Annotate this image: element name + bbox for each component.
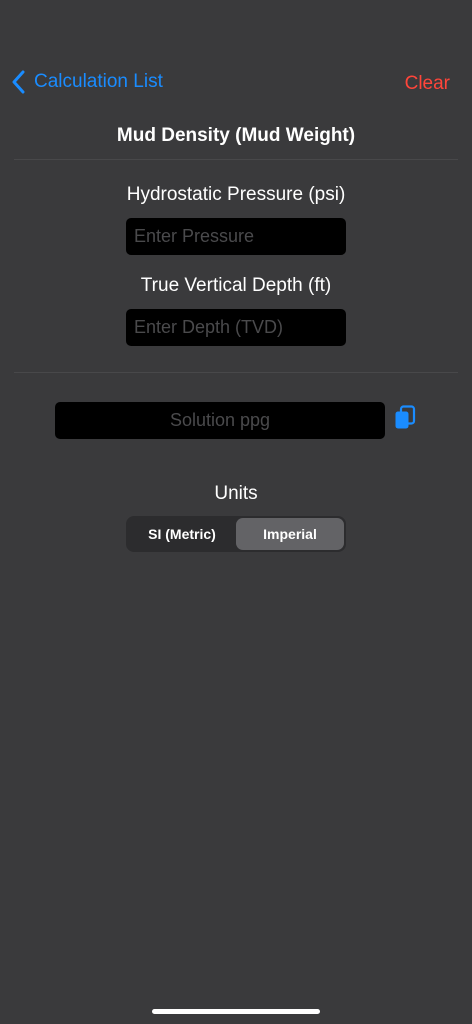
- depth-label: True Vertical Depth (ft): [140, 275, 332, 296]
- chevron-left-icon: [12, 70, 25, 94]
- clear-button[interactable]: Clear: [405, 73, 450, 95]
- pressure-input[interactable]: [126, 218, 346, 255]
- home-indicator: [152, 1009, 320, 1014]
- solution-field[interactable]: [55, 402, 385, 439]
- back-button[interactable]: Calculation List: [12, 70, 163, 94]
- units-segmented-control: SI (Metric) Imperial: [126, 516, 346, 552]
- copy-icon[interactable]: [394, 405, 416, 431]
- back-button-label: Calculation List: [34, 71, 163, 92]
- segment-si-metric[interactable]: SI (Metric): [128, 518, 236, 550]
- top-divider: [14, 159, 458, 160]
- segment-imperial[interactable]: Imperial: [236, 518, 344, 550]
- page-title: Mud Density (Mud Weight): [116, 125, 356, 146]
- depth-input[interactable]: [126, 309, 346, 346]
- units-label: Units: [214, 483, 258, 504]
- middle-divider: [14, 372, 458, 373]
- navigation-bar: Calculation List Clear: [0, 60, 472, 108]
- pressure-label: Hydrostatic Pressure (psi): [126, 184, 346, 205]
